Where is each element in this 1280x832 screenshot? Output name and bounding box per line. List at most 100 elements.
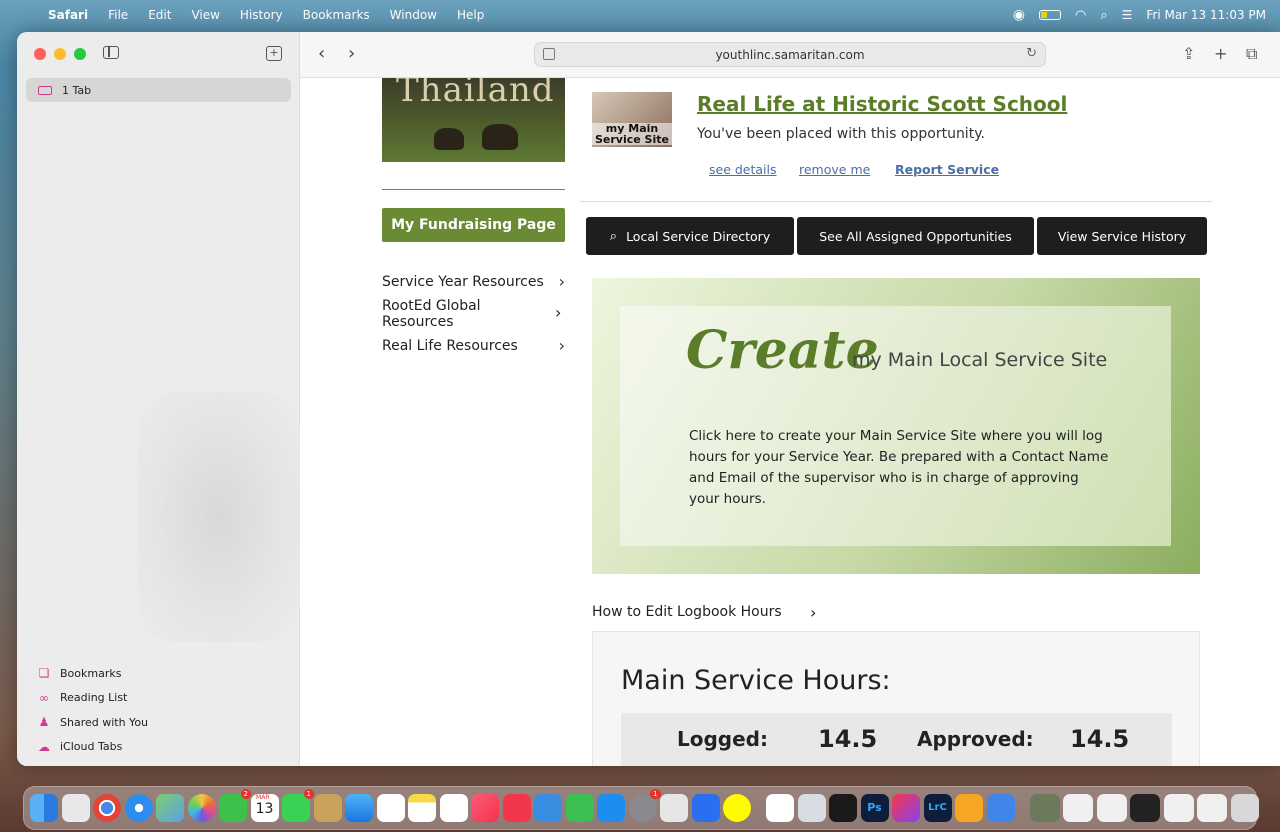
news-icon[interactable] [502,794,531,822]
chevron-right-icon[interactable]: › [555,305,565,321]
lightroom-classic-icon[interactable]: LrC [923,794,952,822]
menu-app-safari[interactable]: Safari [48,8,88,22]
back-chevron-icon[interactable]: ‹ [318,43,325,64]
minimize-window-button[interactable] [54,48,66,60]
snapchat-icon[interactable] [723,794,751,822]
approved-value: 14.5 [1070,725,1130,753]
slack-icon[interactable] [766,794,794,822]
chrome-icon[interactable] [93,794,121,822]
music-icon[interactable] [471,794,499,822]
sidebar-tab-item[interactable]: 1 Tab [26,78,291,102]
safari-window: + 1 Tab ❏ Bookmarks ∞ Reading List ♟ Sha… [17,32,1280,766]
report-service-link[interactable]: Report Service [895,162,999,177]
menu-help[interactable]: Help [457,8,484,22]
preview-icon[interactable] [797,794,826,822]
keynote-icon[interactable] [534,794,562,822]
new-tab-icon[interactable]: + [1214,44,1227,63]
nav-real-life-resources[interactable]: Real Life Resources › [382,336,565,355]
new-tab-group-icon[interactable]: + [266,46,282,61]
menu-window[interactable]: Window [390,8,437,22]
opportunity-status-text: You've been placed with this opportunity… [697,126,985,142]
chevron-right-icon: › [810,603,817,622]
forward-chevron-icon[interactable]: › [348,43,355,64]
calendar-icon[interactable]: 13 MAR [250,794,279,822]
app-store-icon[interactable] [597,794,625,822]
sidebar-item-bookmarks[interactable]: ❏ Bookmarks [17,661,300,686]
menu-clock[interactable]: Fri Mar 13 11:03 PM [1146,8,1266,22]
nav-service-year-resources[interactable]: Service Year Resources › [382,274,565,291]
recent-window-thumbnail[interactable] [1130,794,1160,822]
trash-icon[interactable] [1230,794,1259,822]
recent-window-thumbnail[interactable] [1063,794,1093,822]
pages-icon[interactable] [955,794,983,822]
close-window-button[interactable] [34,48,46,60]
menu-view[interactable]: View [191,8,219,22]
menu-history[interactable]: History [240,8,283,22]
creative-cloud-icon[interactable]: ◉ [1013,7,1025,23]
reload-icon[interactable]: ↻ [1026,46,1037,61]
menu-edit[interactable]: Edit [148,8,171,22]
launchpad-icon[interactable] [61,794,90,822]
zoom-window-button[interactable] [74,48,86,60]
blurred-background [137,392,300,642]
fundraising-page-button[interactable]: My Fundraising Page [382,208,565,242]
weather-icon[interactable] [986,794,1015,822]
mail-icon[interactable] [345,794,373,822]
address-bar[interactable]: youthlinc.samaritan.com ↻ [534,42,1046,67]
photoshop-icon[interactable]: Ps [860,794,889,822]
recent-window-thumbnail[interactable] [1197,794,1227,822]
menu-file[interactable]: File [108,8,128,22]
sidebar-item-shared-with-you[interactable]: ♟ Shared with You [17,710,300,735]
edit-logbook-hours-link[interactable]: How to Edit Logbook Hours › [592,603,816,622]
activity-monitor-icon[interactable] [829,794,857,822]
recent-window-thumbnail[interactable] [1163,794,1194,822]
app-icon-gray[interactable] [660,794,688,822]
local-service-directory-button[interactable]: ⌕ Local Service Directory [586,217,794,255]
messages-icon[interactable]: 1 [282,789,314,822]
recent-window-thumbnail[interactable] [1096,794,1127,822]
control-center-icon[interactable]: ☰ [1122,8,1133,22]
hours-title: Main Service Hours: [621,665,891,696]
sidebar-item-icloud-tabs[interactable]: ☁ iCloud Tabs [17,735,300,760]
notes-icon[interactable] [408,794,436,822]
share-icon[interactable]: ⇪ [1182,44,1195,63]
safari-icon[interactable] [124,794,153,822]
browser-toolbar: ‹ › youthlinc.samaritan.com ↻ ⇪ + ⧉ [300,32,1280,78]
opportunity-thumbnail[interactable]: my Main Service Site [592,92,672,147]
create-headline: Create [686,320,879,381]
web-content: Thailand My Fundraising Page Service Yea… [300,78,1280,766]
remove-me-link[interactable]: remove me [799,162,870,177]
system-settings-icon[interactable]: 1 [628,789,661,822]
battery-icon[interactable] [1038,10,1061,20]
view-service-history-button[interactable]: View Service History [1037,217,1207,255]
creative-cloud-app-icon[interactable] [892,794,920,822]
facetime-icon[interactable]: 2 [219,789,251,822]
finder-icon[interactable] [30,794,58,822]
app-icon-brown[interactable] [313,794,342,822]
page-settings-icon[interactable] [543,48,555,60]
freeform-icon[interactable] [439,794,468,822]
sidebar-item-label: iCloud Tabs [60,740,123,754]
photos-icon[interactable] [187,794,216,822]
nav-rooted-global-resources[interactable]: RootEd Global Resources [382,298,532,330]
address-bar-url: youthlinc.samaritan.com [715,47,865,62]
tab-overview-icon[interactable]: ⧉ [1246,44,1257,64]
see-details-link[interactable]: see details [709,162,777,177]
sidebar-item-reading-list[interactable]: ∞ Reading List [17,686,300,711]
chevron-right-icon: › [558,336,565,355]
maps-icon[interactable] [156,794,184,822]
spotlight-search-icon[interactable]: ⌕ [1100,8,1107,23]
numbers-icon[interactable] [565,794,594,822]
opportunity-title-link[interactable]: Real Life at Historic Scott School [697,92,1067,116]
menu-bookmarks[interactable]: Bookmarks [303,8,370,22]
calendar-day: 13 [255,801,274,817]
wifi-icon[interactable]: ◠ [1075,8,1086,23]
see-assigned-opportunities-button[interactable]: See All Assigned Opportunities [797,217,1034,255]
logged-label: Logged: [677,727,768,751]
reminders-icon[interactable] [376,794,405,822]
create-service-site-card[interactable]: Create my Main Local Service Site Click … [592,278,1200,574]
app-icon-blue[interactable] [691,794,720,822]
tab-count-label: 1 Tab [62,83,92,97]
recent-window-thumbnail[interactable] [1029,794,1060,822]
sidebar-toggle-icon[interactable] [103,46,119,59]
